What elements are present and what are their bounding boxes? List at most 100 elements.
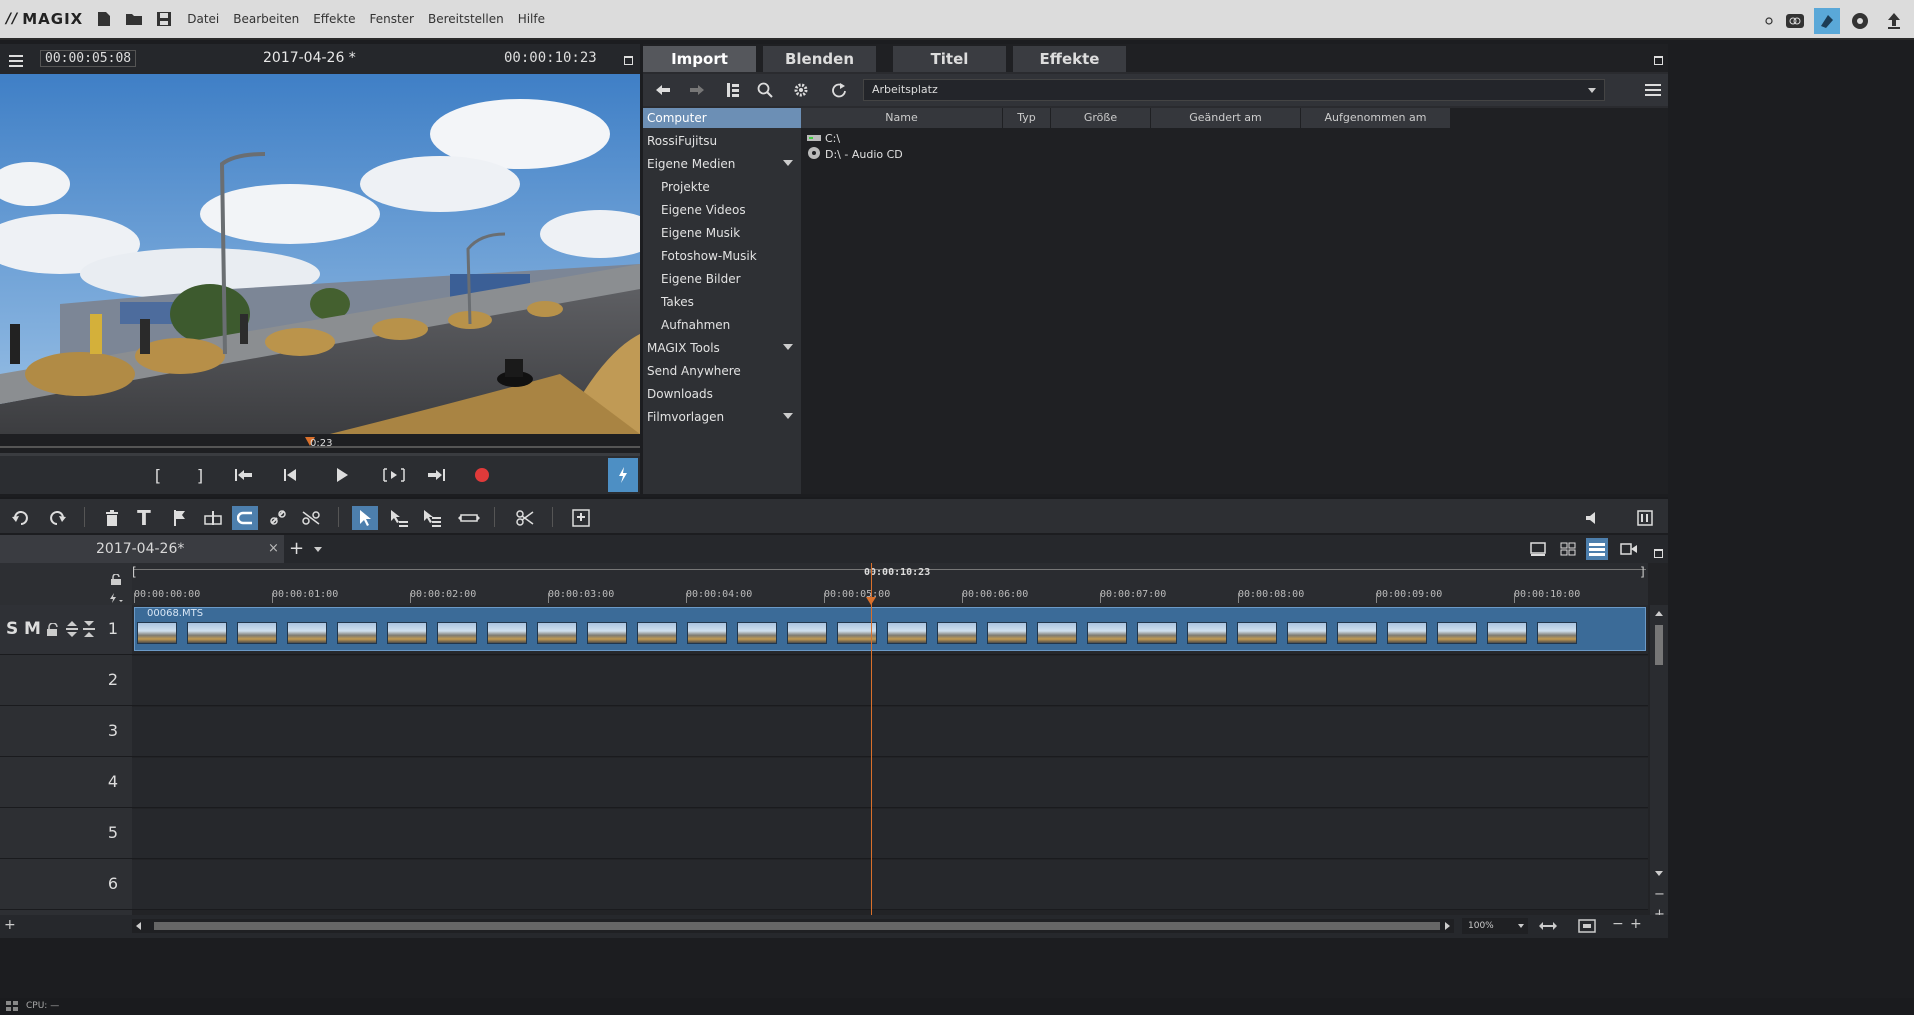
add-tab-icon[interactable]: + [289, 538, 304, 559]
collapse-track-icon[interactable] [82, 621, 96, 641]
small-circle-icon[interactable] [1756, 8, 1782, 34]
range-end-bracket[interactable]: ] [1640, 565, 1645, 579]
track-lane-3[interactable] [132, 707, 1648, 757]
solo-button[interactable]: S [6, 619, 18, 639]
tree-item-takes[interactable]: Takes [643, 292, 801, 312]
performance-mode-icon[interactable] [608, 458, 638, 492]
tree-item-eigene-videos[interactable]: Eigene Videos [643, 200, 801, 220]
column-aufgenommen[interactable]: Aufgenommen am [1301, 108, 1451, 128]
open-folder-icon[interactable] [125, 10, 143, 28]
tab-blenden[interactable]: Blenden [763, 46, 876, 72]
range-start-bracket[interactable]: [ [132, 565, 137, 579]
storyboard-mode-icon[interactable] [1530, 541, 1546, 560]
expand-arrow-icon[interactable] [783, 160, 793, 166]
gear-icon[interactable] [791, 80, 811, 100]
scroll-right-icon[interactable] [1445, 922, 1450, 930]
track-lane-4[interactable] [132, 758, 1648, 808]
split-icon[interactable] [200, 506, 226, 530]
tree-item-eigene-medien[interactable]: Eigene Medien [643, 154, 801, 174]
scene-overview-icon[interactable] [1560, 541, 1576, 560]
select-all-tracks-icon[interactable] [419, 506, 445, 530]
unlink-icon[interactable] [298, 506, 324, 530]
menu-bereitstellen[interactable]: Bereitstellen [428, 12, 504, 26]
multicam-mode-icon[interactable] [1620, 541, 1638, 560]
track-header-5[interactable]: 5 [0, 809, 132, 859]
tab-import[interactable]: Import [643, 46, 756, 72]
list-view-icon[interactable] [1643, 80, 1663, 100]
expand-track-icon[interactable] [65, 621, 79, 641]
menu-datei[interactable]: Datei [187, 12, 219, 26]
menu-hilfe[interactable]: Hilfe [518, 12, 545, 26]
menu-fenster[interactable]: Fenster [369, 12, 414, 26]
project-tab[interactable]: 2017-04-26* [0, 535, 284, 563]
list-item[interactable]: D:\ - Audio CD [807, 146, 903, 162]
delete-icon[interactable] [99, 506, 125, 530]
disc-icon[interactable] [1847, 8, 1873, 34]
track-lock-icon[interactable] [46, 622, 60, 641]
upload-icon[interactable] [1881, 8, 1907, 34]
track-header-2[interactable]: 2 [0, 656, 132, 706]
tab-titel[interactable]: Titel [893, 46, 1006, 72]
track-header-1[interactable]: S M 1 [0, 605, 132, 655]
column-typ[interactable]: Typ [1003, 108, 1051, 128]
scroll-left-icon[interactable] [136, 922, 141, 930]
zoom-out-icon[interactable]: − [1612, 916, 1624, 932]
hscroll-track[interactable] [132, 919, 1454, 933]
previous-marker-button[interactable] [278, 464, 302, 486]
track-header-4[interactable]: 4 [0, 758, 132, 808]
hscroll-thumb[interactable] [154, 922, 1440, 930]
track-lane-1[interactable]: 00068.MTS [132, 605, 1648, 655]
stretch-icon[interactable] [456, 506, 482, 530]
mixer-icon[interactable] [1632, 506, 1658, 530]
zoom-in-icon[interactable]: + [1630, 916, 1642, 932]
title-icon[interactable]: T [131, 506, 157, 530]
back-arrow-icon[interactable] [653, 80, 673, 100]
mouse-pointer-icon[interactable] [352, 506, 378, 530]
tab-list-chevron-icon[interactable] [314, 547, 322, 552]
jump-to-out-button[interactable] [424, 464, 448, 486]
position-timecode[interactable]: 00:00:05:08 [40, 50, 137, 67]
tree-item-computer[interactable]: Computer [643, 108, 801, 128]
track-header-6[interactable]: 6 [0, 860, 132, 910]
save-icon[interactable] [155, 10, 173, 28]
path-dropdown[interactable]: Arbeitsplatz [863, 79, 1605, 101]
track-lane-2[interactable] [132, 656, 1648, 706]
speaker-icon[interactable] [1580, 506, 1606, 530]
menu-bearbeiten[interactable]: Bearbeiten [233, 12, 299, 26]
maximize-icon[interactable] [624, 50, 633, 69]
tree-item-downloads[interactable]: Downloads [643, 384, 801, 404]
expand-arrow-icon[interactable] [783, 413, 793, 419]
redo-icon[interactable] [44, 506, 70, 530]
undo-icon[interactable] [8, 506, 34, 530]
zoom-project-icon[interactable] [1578, 918, 1596, 937]
video-frame[interactable] [0, 74, 640, 434]
timeline-vscroll[interactable]: − + [1650, 605, 1668, 938]
video-clip[interactable]: 00068.MTS [134, 607, 1646, 651]
folder-tree-icon[interactable] [723, 80, 743, 100]
tree-item-fotoshow-musik[interactable]: Fotoshow-Musik [643, 246, 801, 266]
mark-out-button[interactable]: ] [188, 464, 212, 486]
list-item[interactable]: C:\ [807, 130, 840, 146]
hamburger-menu-icon[interactable] [9, 52, 23, 71]
search-icon[interactable] [755, 80, 775, 100]
maximize-timeline-icon[interactable] [1654, 543, 1663, 562]
link-icon[interactable] [265, 506, 291, 530]
insert-mode-icon[interactable] [568, 506, 594, 530]
mute-button[interactable]: M [24, 619, 41, 639]
timeline-mode-icon[interactable] [1586, 538, 1608, 560]
tree-item-filmvorlagen[interactable]: Filmvorlagen [643, 407, 801, 427]
play-range-button[interactable] [382, 464, 406, 486]
record-button[interactable] [470, 464, 494, 486]
zoom-dropdown[interactable]: 100% [1462, 918, 1528, 934]
play-button[interactable] [330, 464, 354, 486]
tree-item-projekte[interactable]: Projekte [643, 177, 801, 197]
magnet-icon[interactable] [232, 506, 258, 530]
tree-item-eigene-bilder[interactable]: Eigene Bilder [643, 269, 801, 289]
select-track-icon[interactable] [386, 506, 412, 530]
playhead[interactable] [871, 563, 872, 921]
zoom-out-tracks-icon[interactable]: − [1654, 887, 1665, 902]
column-name[interactable]: Name [801, 108, 1003, 128]
tree-item-aufnahmen[interactable]: Aufnahmen [643, 315, 801, 335]
fit-width-icon[interactable] [1538, 918, 1558, 937]
menu-effekte[interactable]: Effekte [313, 12, 355, 26]
